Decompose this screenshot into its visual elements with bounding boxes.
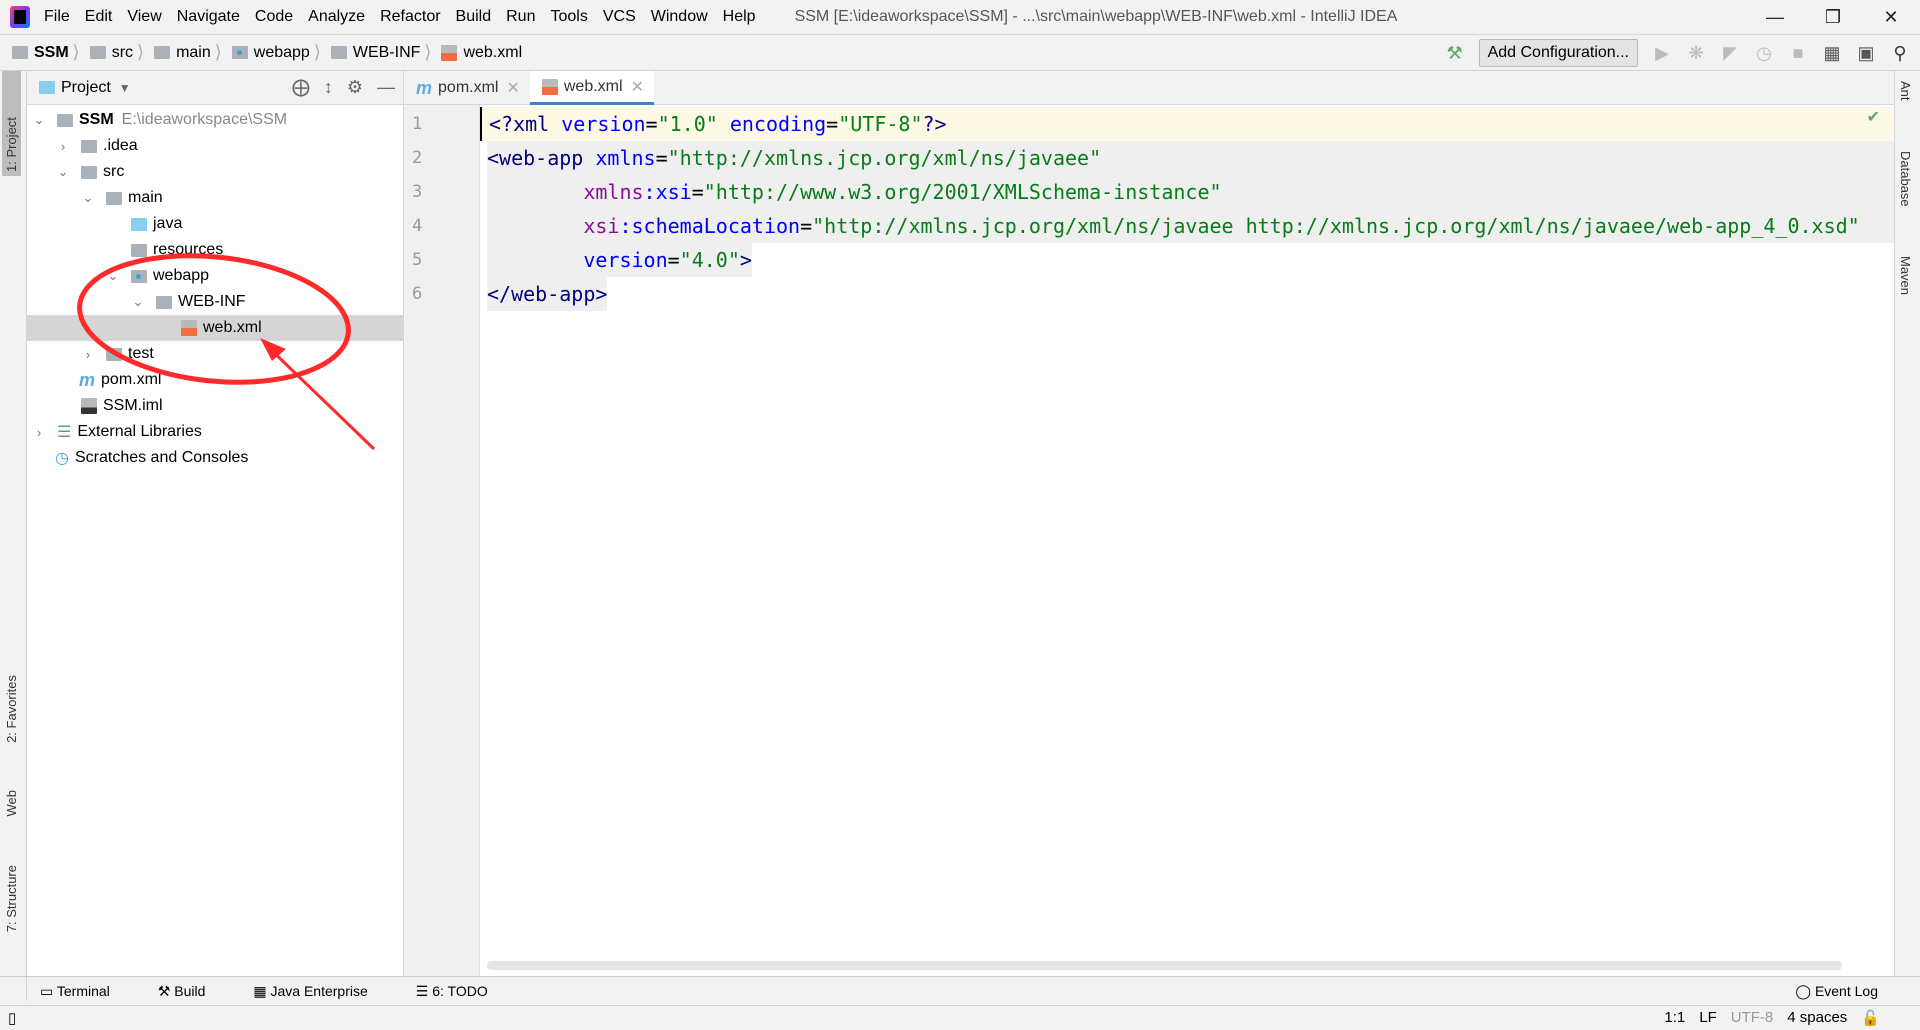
- annotation-overlay: [77, 253, 376, 451]
- arrow-head: [260, 338, 286, 361]
- red-arrow-annotation: [263, 342, 376, 451]
- red-circle-annotation: [77, 253, 351, 385]
